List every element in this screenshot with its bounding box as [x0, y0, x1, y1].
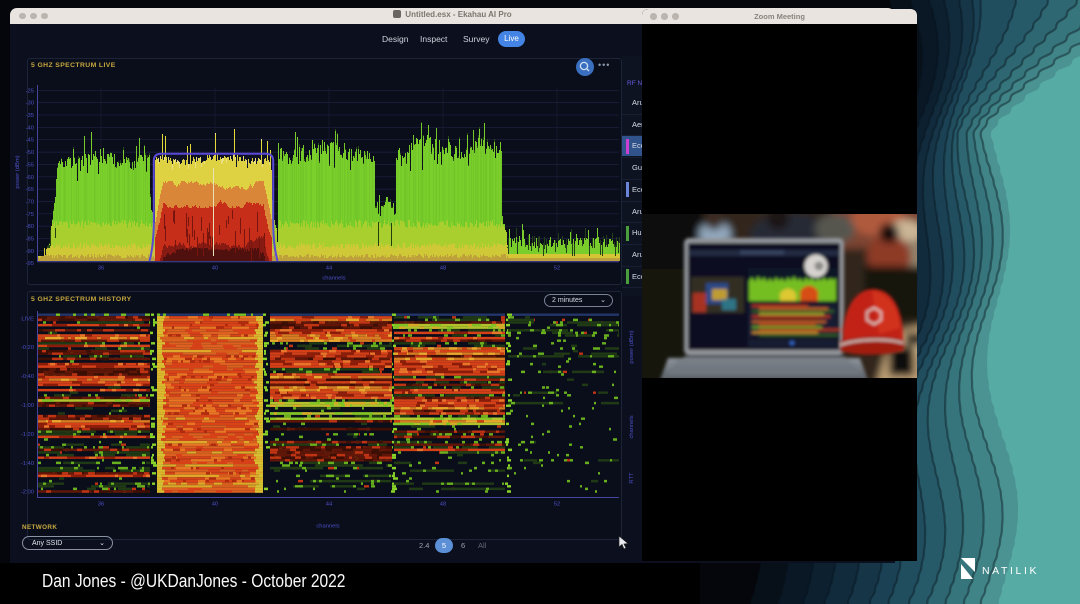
svg-text:44: 44 [326, 502, 333, 508]
svg-text:RTT: RTT [629, 472, 635, 484]
svg-text:-40: -40 [26, 125, 34, 131]
svg-text:-0:20: -0:20 [21, 345, 34, 351]
svg-text:48: 48 [440, 502, 446, 508]
svg-text:-65: -65 [26, 187, 34, 193]
svg-text:-35: -35 [26, 113, 34, 119]
svg-text:-70: -70 [26, 199, 34, 205]
svg-text:-1:40: -1:40 [21, 461, 34, 467]
svg-text:36: 36 [98, 266, 104, 272]
svg-text:40: 40 [212, 266, 218, 272]
svg-text:-85: -85 [26, 237, 34, 243]
svg-text:48: 48 [440, 266, 446, 272]
svg-text:36: 36 [98, 502, 104, 508]
svg-text:52: 52 [554, 502, 560, 508]
svg-text:power (dBm): power (dBm) [15, 155, 21, 188]
svg-text:LIVE: LIVE [21, 316, 34, 322]
svg-text:-1:20: -1:20 [21, 432, 34, 438]
svg-text:-30: -30 [26, 101, 34, 107]
svg-text:44: 44 [326, 266, 333, 272]
svg-text:power (dBm): power (dBm) [629, 330, 635, 363]
svg-text:channels: channels [316, 524, 339, 530]
svg-text:-0:40: -0:40 [21, 374, 34, 380]
svg-text:-75: -75 [26, 212, 34, 218]
svg-text:52: 52 [554, 266, 560, 272]
svg-text:-2:00: -2:00 [21, 490, 34, 496]
svg-text:-50: -50 [26, 150, 34, 156]
svg-text:-80: -80 [26, 224, 34, 230]
svg-text:NATILIK: NATILIK [982, 565, 1039, 577]
svg-text:-90: -90 [26, 249, 34, 255]
svg-text:-55: -55 [26, 162, 34, 168]
svg-text:channels: channels [322, 276, 345, 282]
svg-text:-45: -45 [26, 138, 34, 144]
svg-text:40: 40 [212, 502, 218, 508]
svg-text:channels: channels [629, 415, 635, 438]
svg-text:-60: -60 [26, 175, 34, 181]
svg-text:-25: -25 [26, 88, 34, 94]
svg-text:-95: -95 [26, 261, 34, 267]
svg-text:-1:00: -1:00 [21, 403, 34, 409]
